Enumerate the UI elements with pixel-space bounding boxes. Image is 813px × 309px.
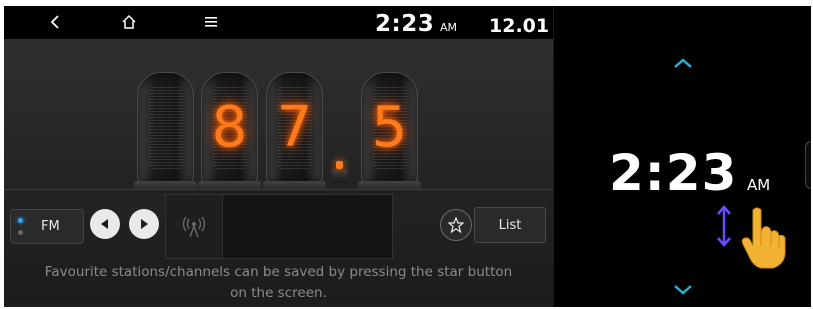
back-button[interactable] [42, 10, 68, 34]
back-chevron-icon [50, 15, 59, 29]
signal-cell [166, 195, 223, 258]
chevron-up-icon[interactable] [672, 56, 694, 70]
status-time: 2:23 [375, 11, 435, 37]
frequency-display: 8 7 5 [4, 39, 553, 193]
list-button[interactable]: List [474, 207, 546, 243]
edge-handle[interactable] [805, 141, 811, 189]
menu-button[interactable] [198, 10, 224, 34]
band-indicator-on [18, 218, 23, 223]
station-info-box [165, 194, 393, 259]
status-bar: 2:23 AM 12.01 [4, 6, 553, 39]
clock-ampm: AM [747, 176, 771, 194]
star-icon [448, 217, 464, 233]
status-date: 12.01 [489, 15, 550, 37]
swipe-up-down-icon [717, 205, 731, 247]
home-icon [122, 14, 136, 29]
band-button[interactable]: FM [10, 209, 84, 244]
status-ampm: AM [440, 21, 458, 34]
nixie-tube-1: 8 [198, 72, 261, 193]
hint-line-2: on the screen. [230, 285, 327, 301]
tube-base [263, 181, 326, 193]
radio-panel: 8 7 5 FM List Favourite stations/channel… [4, 39, 553, 307]
decimal-tube-base [331, 169, 348, 183]
triangle-left-icon [101, 219, 108, 229]
band-label: FM [41, 219, 60, 234]
home-button[interactable] [116, 10, 142, 34]
pointing-hand-icon [741, 207, 786, 269]
chevron-down-icon[interactable] [672, 283, 694, 297]
tube-base [198, 181, 261, 193]
decimal-point [336, 161, 343, 169]
tube-mesh [148, 87, 183, 169]
band-indicator-off [18, 230, 23, 235]
seek-back-button[interactable] [90, 209, 120, 239]
head-unit-screen: 2:23 AM 12.01 8 7 5 FM List Favourite st… [4, 6, 811, 307]
menu-icon [205, 17, 217, 27]
clock-widget[interactable]: 2:23 AM [553, 6, 811, 307]
tube-base [358, 181, 421, 193]
frequency-digit: 5 [371, 95, 408, 160]
nixie-tube-empty [134, 72, 197, 193]
frequency-digit: 7 [276, 95, 313, 160]
favourite-star-button[interactable] [440, 209, 472, 241]
favourites-hint: Favourite stations/channels can be saved… [4, 262, 553, 304]
frequency-digit: 8 [211, 95, 248, 160]
panel-divider [4, 189, 553, 190]
triangle-right-icon [141, 219, 148, 229]
broadcast-signal-icon [182, 216, 206, 237]
nixie-tube-3: 5 [358, 72, 421, 193]
tube-base [134, 181, 197, 193]
nixie-tube-2: 7 [263, 72, 326, 193]
hint-line-1: Favourite stations/channels can be saved… [44, 264, 513, 280]
clock-time: 2:23 [609, 144, 738, 202]
seek-forward-button[interactable] [129, 209, 159, 239]
